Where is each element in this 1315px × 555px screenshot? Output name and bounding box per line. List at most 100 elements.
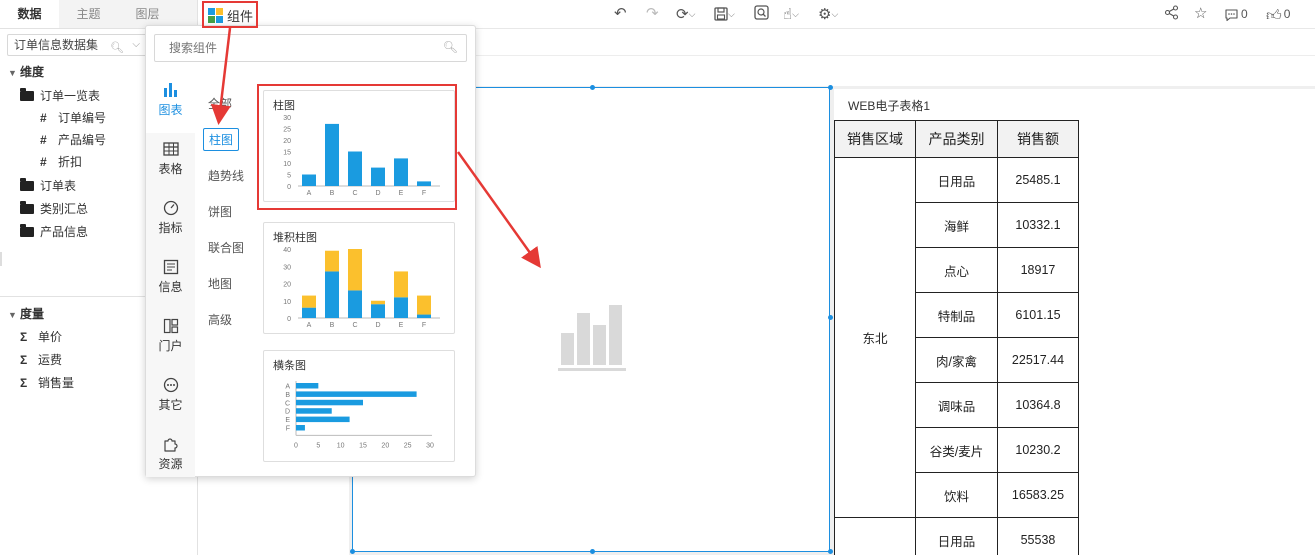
subcategory-pie[interactable]: 饼图 <box>208 203 232 220</box>
bar <box>394 297 408 318</box>
table-cell[interactable]: 日用品 <box>915 157 998 203</box>
caret-down-icon: ▼ <box>8 68 17 78</box>
resize-handle-top-right[interactable] <box>828 85 833 90</box>
component-search[interactable]: 🔍︎ <box>154 34 467 62</box>
category-portal[interactable]: 门户 <box>146 310 195 369</box>
table-cell[interactable]: 谷类/麦片 <box>915 427 998 473</box>
tab-data[interactable]: 数据 <box>0 0 59 28</box>
folder-icon <box>20 224 34 237</box>
table-cell[interactable]: 海鲜 <box>915 202 998 248</box>
sigma-icon: Σ <box>20 376 28 390</box>
x-tick-label: E <box>399 322 404 329</box>
category-other[interactable]: 其它 <box>146 369 195 428</box>
tree-folder-product-info[interactable]: 产品信息 <box>20 222 88 242</box>
resize-handle-bottom-left[interactable] <box>350 549 355 554</box>
category-chart[interactable]: 图表 <box>146 74 195 133</box>
table-cell[interactable]: 特制品 <box>915 292 998 338</box>
resize-handle-right[interactable] <box>828 315 833 320</box>
preview-icon[interactable] <box>754 5 769 23</box>
tree-field-discount[interactable]: # 折扣 <box>40 152 82 172</box>
measure-header[interactable]: ▼ 度量 <box>8 305 44 322</box>
tree-measure-unit-price[interactable]: Σ 单价 <box>20 327 62 347</box>
table-cell[interactable]: 10364.8 <box>997 382 1079 428</box>
category-indicator[interactable]: 指标 <box>146 192 195 251</box>
refresh-icon[interactable]: ⟳⌵ <box>676 5 695 24</box>
resize-handle-bottom[interactable] <box>590 549 595 554</box>
tree-label: 订单表 <box>40 179 77 193</box>
table-cell[interactable]: 肉/家禽 <box>915 337 998 383</box>
col-header-region[interactable]: 销售区域 <box>834 120 916 158</box>
tree-label: 销售量 <box>38 376 75 390</box>
table-cell[interactable]: 18917 <box>997 247 1079 293</box>
gear-icon[interactable]: ⚙⌵ <box>818 5 838 24</box>
bar <box>325 271 339 318</box>
table-icon <box>162 142 179 156</box>
resize-handle-bottom-right[interactable] <box>828 549 833 554</box>
subcategory-all[interactable]: 全部 <box>208 95 232 112</box>
undo-icon[interactable]: ↶ <box>614 5 627 23</box>
bar <box>296 399 363 406</box>
chevron-down-icon[interactable]: ⌵ <box>132 35 140 55</box>
spreadsheet-widget[interactable]: WEB电子表格1 销售区域 产品类别 销售额 东北 日用品 25485.1 海鲜… <box>834 89 1315 555</box>
tab-theme[interactable]: 主题 <box>59 0 118 28</box>
bar <box>325 250 339 272</box>
hand-icon[interactable]: ☝⌵ <box>783 5 799 24</box>
comment-icon[interactable]: 0 <box>1224 5 1248 25</box>
tree-measure-freight[interactable]: Σ 运费 <box>20 350 62 370</box>
card-horizontal-bar-chart[interactable]: 横条图 A B C D E F 0 5 10 15 20 25 30 <box>263 350 455 462</box>
subcategory-trend[interactable]: 趋势线 <box>208 167 244 184</box>
card-stacked-bar-chart[interactable]: 堆积柱图 0 10 20 30 40 A B C D E F <box>263 222 455 334</box>
component-search-input[interactable] <box>169 35 439 61</box>
table-cell[interactable]: 10332.1 <box>997 202 1079 248</box>
dimension-header[interactable]: ▼ 维度 <box>8 63 44 80</box>
subcategory-bar[interactable]: 柱图 <box>203 128 240 151</box>
tree-field-order-id[interactable]: # 订单编号 <box>40 108 106 128</box>
save-icon[interactable]: ⌵ <box>714 5 735 24</box>
subcategory-combo[interactable]: 联合图 <box>208 239 244 256</box>
category-label: 信息 <box>158 280 183 294</box>
x-tick-label: 30 <box>426 442 434 449</box>
tree-field-product-id[interactable]: # 产品编号 <box>40 130 106 150</box>
bar <box>296 416 350 423</box>
category-resource[interactable]: 资源 <box>146 428 195 487</box>
category-table[interactable]: 表格 <box>146 133 195 192</box>
horizontal-bar-chart-preview: ABCDEF 0 5 10 15 20 25 30 <box>285 381 434 449</box>
star-icon[interactable]: ☆ <box>1194 5 1207 23</box>
table-cell[interactable]: 6101.15 <box>997 292 1079 338</box>
table-cell[interactable]: 16583.25 <box>997 472 1079 518</box>
table-cell[interactable]: 10230.2 <box>997 427 1079 473</box>
region-cell-next[interactable] <box>834 517 916 555</box>
sigma-icon: Σ <box>20 353 28 367</box>
tree-measure-sales-volume[interactable]: Σ 销售量 <box>20 373 74 393</box>
bar <box>348 290 362 318</box>
col-header-sales[interactable]: 销售额 <box>997 120 1079 158</box>
tree-folder-category-summary[interactable]: 类别汇总 <box>20 199 88 219</box>
search-icon[interactable]: 🔍︎ <box>110 38 124 58</box>
thumbs-up-icon[interactable]: 👍︎ 0 <box>1266 5 1290 25</box>
hash-icon: # <box>40 111 47 125</box>
redo-icon[interactable]: ↷ <box>646 5 659 23</box>
dataset-select[interactable]: 订单信息数据集 🔍︎ ⌵ <box>7 34 147 56</box>
info-card-icon <box>163 259 178 275</box>
subcategory-advanced[interactable]: 高级 <box>208 311 232 328</box>
bar <box>371 300 385 305</box>
tree-folder-order-overview[interactable]: 订单一览表 <box>20 86 100 106</box>
resize-grip[interactable] <box>0 252 2 266</box>
tree-folder-orders[interactable]: 订单表 <box>20 176 76 196</box>
table-cell[interactable]: 日用品 <box>915 517 998 555</box>
table-cell[interactable]: 饮料 <box>915 472 998 518</box>
table-cell[interactable]: 25485.1 <box>997 157 1079 203</box>
table-cell[interactable]: 点心 <box>915 247 998 293</box>
share-icon[interactable] <box>1164 5 1179 23</box>
region-cell[interactable]: 东北 <box>834 157 916 518</box>
table-cell[interactable]: 55538 <box>997 517 1079 555</box>
subcategory-map[interactable]: 地图 <box>208 275 232 292</box>
tab-layers[interactable]: 图层 <box>118 0 177 28</box>
category-info[interactable]: 信息 <box>146 251 195 310</box>
table-cell[interactable]: 22517.44 <box>997 337 1079 383</box>
search-icon[interactable]: 🔍︎ <box>443 40 458 54</box>
table-cell[interactable]: 调味品 <box>915 382 998 428</box>
resize-handle-top[interactable] <box>590 85 595 90</box>
y-tick-label: E <box>285 417 290 424</box>
col-header-category[interactable]: 产品类别 <box>915 120 998 158</box>
